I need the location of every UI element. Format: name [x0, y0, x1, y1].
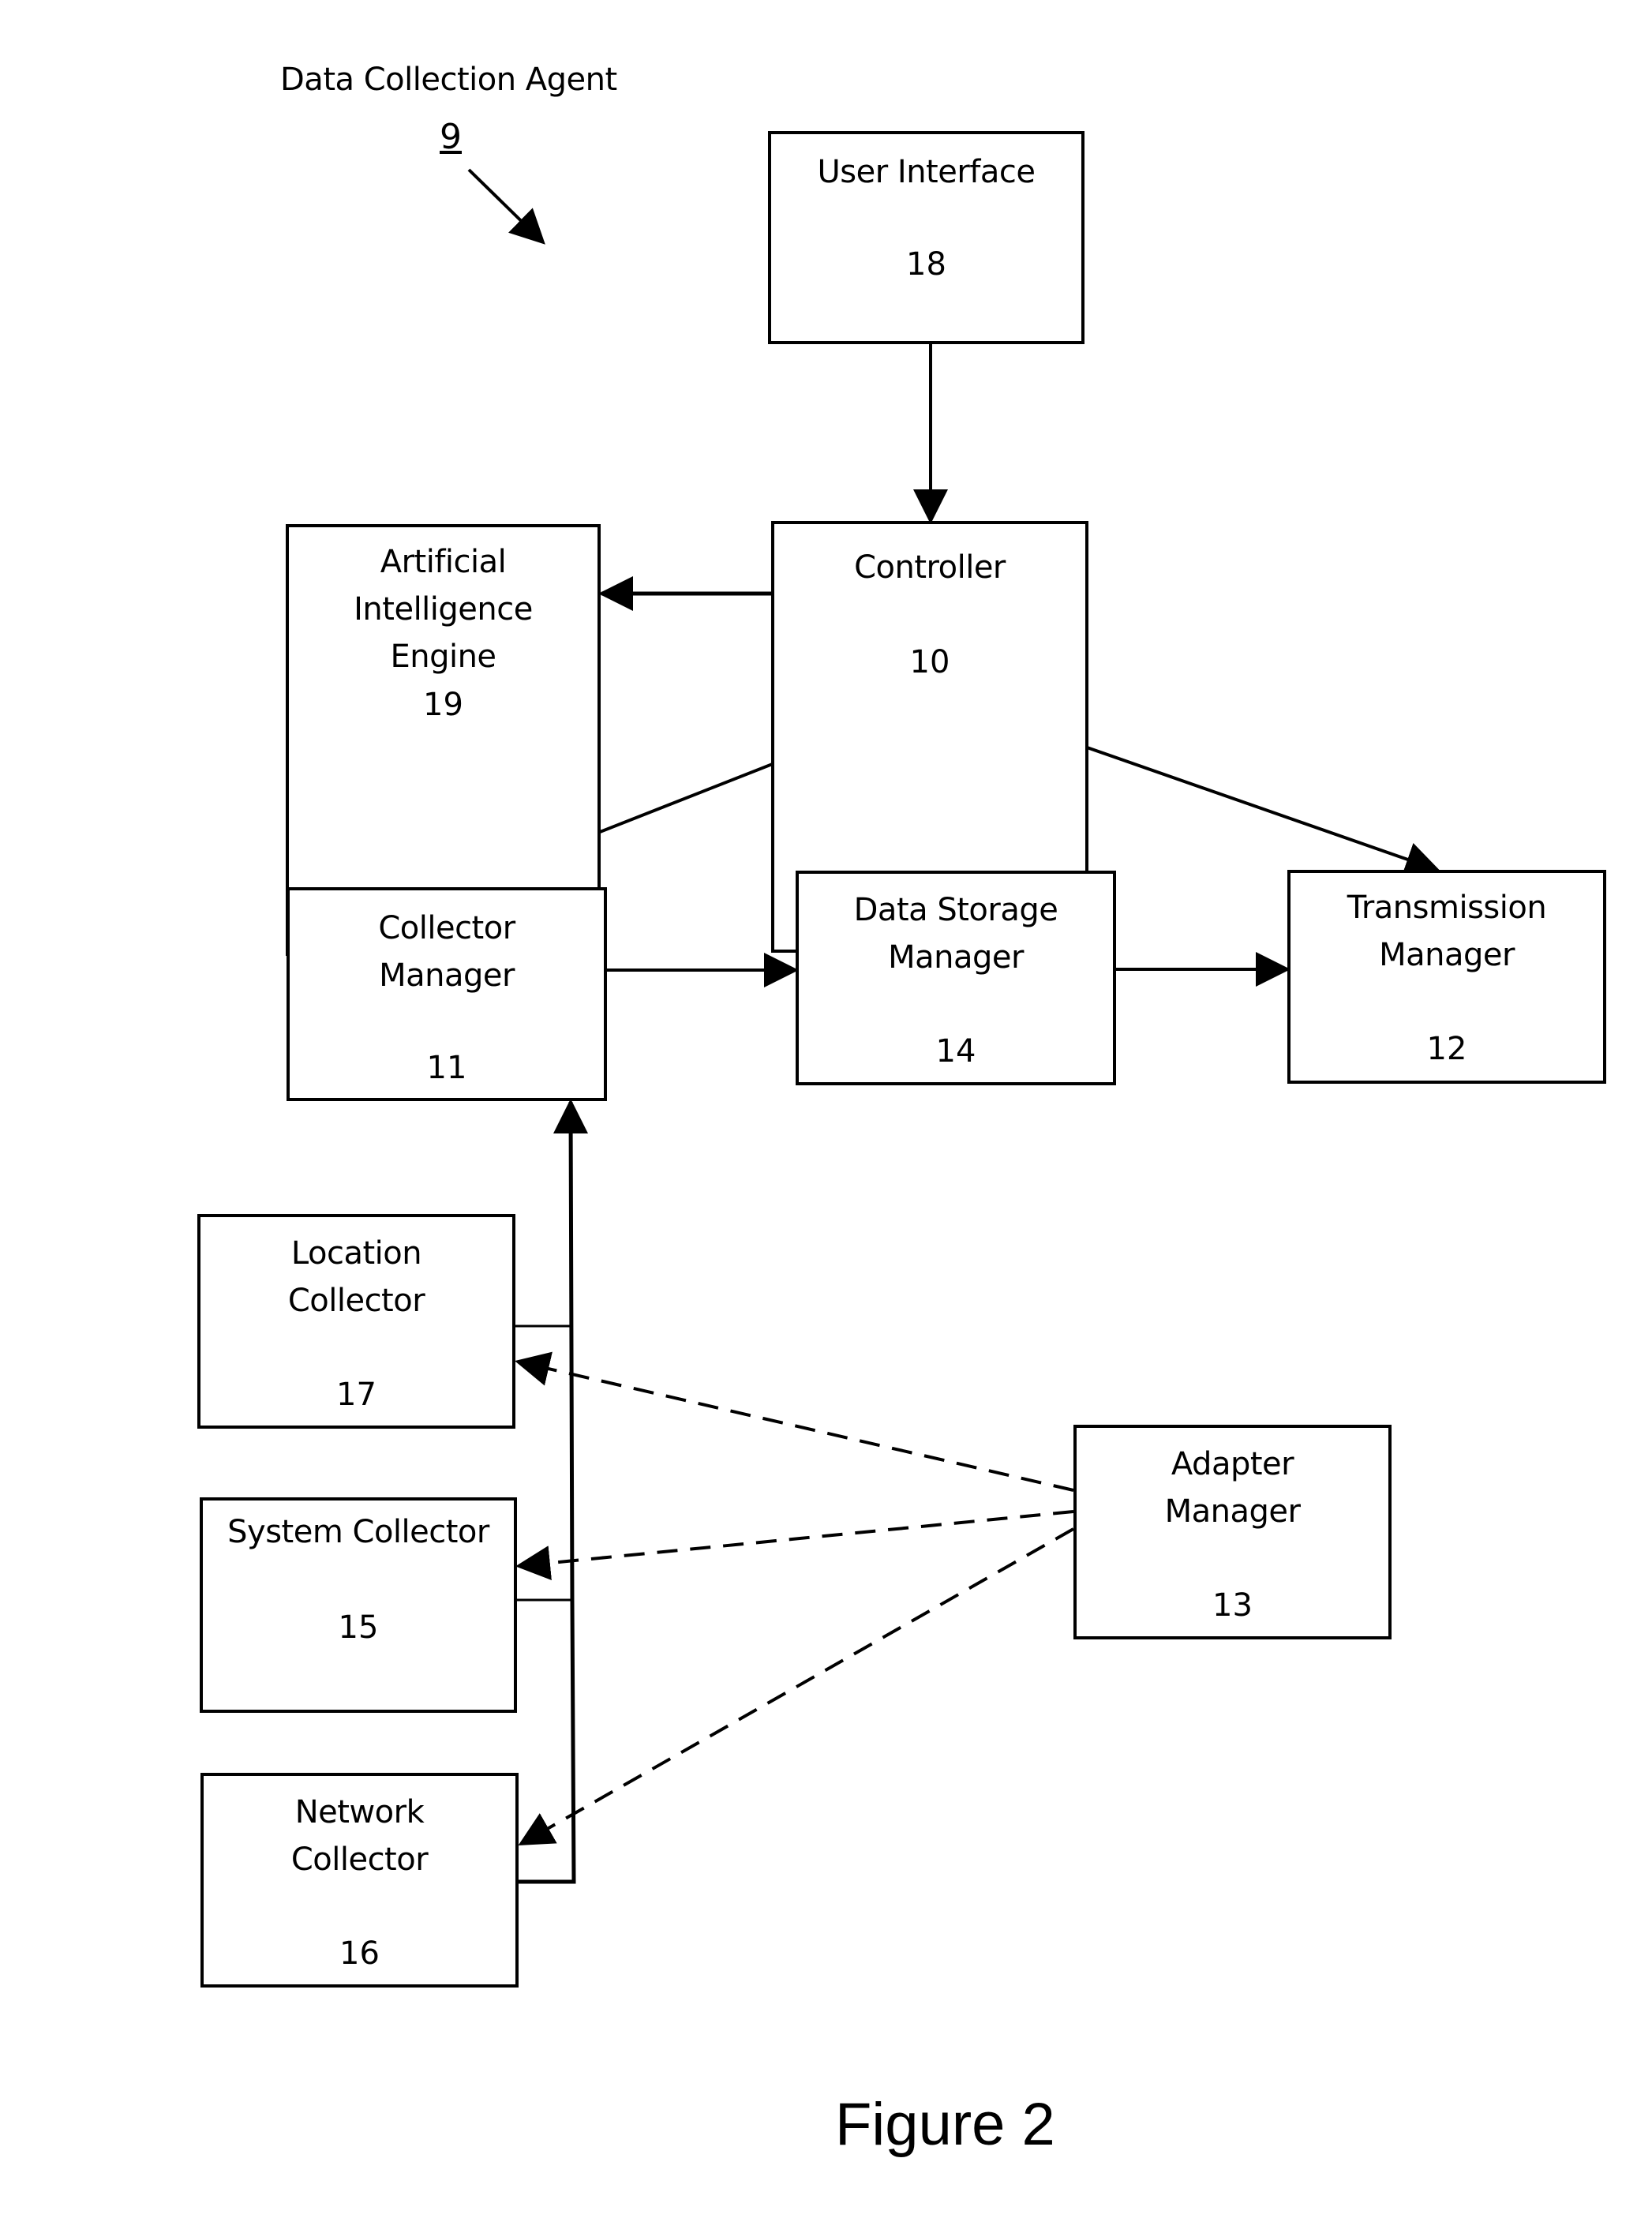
box-ref-number: 16	[339, 1935, 380, 1972]
box-label: Adapter Manager	[1164, 1446, 1301, 1530]
box-label: Transmission Manager	[1347, 890, 1547, 973]
box-transmission-manager[interactable]: Transmission Manager 12	[1287, 870, 1606, 1084]
box-adapter-manager[interactable]: Adapter Manager 13	[1073, 1425, 1392, 1639]
dashed-arrow-adapter-to-location	[515, 1351, 1074, 1492]
agent-title: Data Collection Agent	[280, 62, 617, 98]
collector-bus-line	[519, 1104, 576, 1884]
box-location-collector[interactable]: Location Collector 17	[197, 1214, 515, 1429]
box-ref-number: 18	[906, 246, 946, 283]
dashed-arrow-adapter-to-system	[515, 1510, 1074, 1580]
box-ref-number: 15	[338, 1609, 379, 1646]
box-label: Controller	[854, 549, 1006, 586]
box-ref-number: 19	[423, 687, 463, 723]
agent-ref-number: 9	[440, 117, 462, 157]
box-ref-number: 11	[426, 1050, 467, 1086]
box-ref-number: 10	[909, 644, 950, 680]
box-ref-number: 13	[1212, 1587, 1253, 1624]
box-label: Network Collector	[290, 1794, 429, 1878]
box-ref-number: 14	[935, 1033, 976, 1070]
box-network-collector[interactable]: Network Collector 16	[200, 1773, 519, 1988]
box-label: Data Storage Manager	[853, 892, 1058, 976]
box-user-interface[interactable]: User Interface 18	[768, 131, 1084, 344]
box-system-collector[interactable]: System Collector 15	[200, 1497, 517, 1713]
box-label: User Interface	[817, 154, 1036, 190]
box-ref-number: 12	[1426, 1031, 1467, 1067]
box-label: System Collector	[227, 1514, 489, 1550]
figure-caption: Figure 2	[835, 2091, 1055, 2158]
box-data-storage-manager[interactable]: Data Storage Manager 14	[796, 871, 1116, 1085]
dashed-arrow-adapter-to-network	[518, 1527, 1074, 1845]
box-label: Location Collector	[287, 1235, 425, 1319]
box-ref-number: 17	[336, 1377, 376, 1413]
box-collector-manager[interactable]: Collector Manager 11	[287, 887, 607, 1101]
box-label: Artificial Intelligence Engine	[354, 544, 533, 675]
diagram-canvas: Data Collection Agent 9 User Interface 1…	[0, 0, 1652, 2218]
box-label: Collector Manager	[378, 910, 515, 994]
agent-pointer-arrow	[467, 168, 545, 245]
